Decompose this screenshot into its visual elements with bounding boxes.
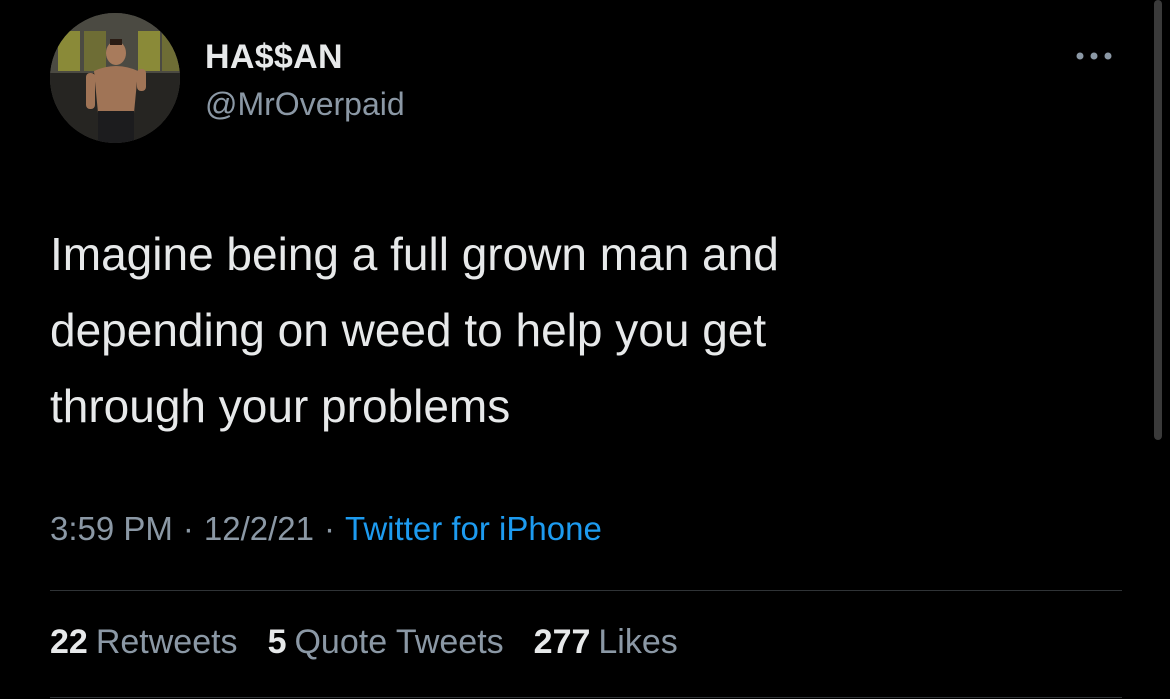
tweet-stats: 22 Retweets 5 Quote Tweets 277 Likes [50, 623, 678, 662]
likes-label: Likes [598, 623, 678, 661]
tweet-text: Imagine being a full grown man and depen… [50, 228, 779, 432]
likes-stat[interactable]: 277 Likes [534, 623, 678, 662]
retweets-count: 22 [50, 623, 88, 661]
more-horizontal-icon [1074, 48, 1114, 66]
display-name[interactable]: HA$$AN [205, 38, 343, 77]
retweets-label: Retweets [95, 623, 238, 661]
tweet-source-link[interactable]: Twitter for iPhone [345, 510, 602, 547]
tweet-detail: HA$$AN @MrOverpaid Imagine being a full … [0, 0, 1170, 699]
divider [50, 697, 1122, 698]
meta-separator: · [324, 510, 336, 547]
tweet-date[interactable]: 12/2/21 [204, 510, 314, 547]
divider [50, 590, 1122, 591]
tweet-time[interactable]: 3:59 PM [50, 510, 173, 547]
tweet-metadata: 3:59 PM · 12/2/21 · Twitter for iPhone [50, 510, 602, 548]
more-options-button[interactable] [1068, 42, 1120, 72]
meta-separator: · [182, 510, 194, 547]
retweets-stat[interactable]: 22 Retweets [50, 623, 238, 662]
quote-tweets-label: Quote Tweets [294, 623, 504, 661]
user-handle[interactable]: @MrOverpaid [205, 86, 405, 123]
quote-tweets-stat[interactable]: 5 Quote Tweets [268, 623, 504, 662]
likes-count: 277 [533, 623, 591, 661]
avatar[interactable] [50, 13, 180, 143]
scrollbar[interactable] [1154, 0, 1162, 440]
quote-tweets-count: 5 [267, 623, 287, 661]
